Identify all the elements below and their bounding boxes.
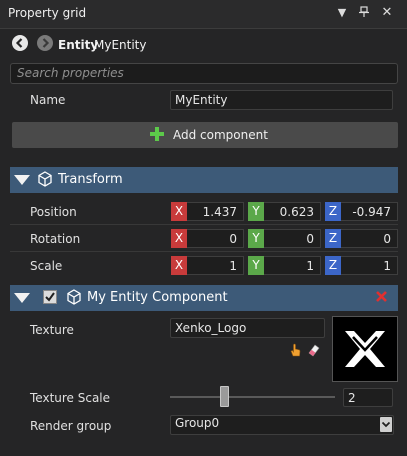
- entity-name-header: MyEntity: [94, 38, 147, 52]
- render-group-label: Render group: [30, 419, 112, 433]
- axis-y-badge: Y: [248, 256, 264, 275]
- texture-scale-slider-track[interactable]: [170, 396, 335, 398]
- axis-z-badge: Z: [325, 229, 341, 248]
- search-placeholder: Search properties: [17, 66, 124, 80]
- position-z-field[interactable]: -0.947: [341, 202, 398, 221]
- texture-scale-slider-thumb[interactable]: [219, 386, 229, 407]
- render-group-value: Group0: [175, 416, 220, 430]
- add-component-label: Add component: [173, 128, 268, 142]
- scale-label: Scale: [30, 259, 63, 273]
- position-y-field[interactable]: 0.623: [264, 202, 321, 221]
- scale-x-field[interactable]: 1: [187, 256, 244, 275]
- row-divider: [10, 251, 398, 252]
- forward-arrow-icon[interactable]: [37, 35, 53, 51]
- rotation-x-field[interactable]: 0: [187, 229, 244, 248]
- dropdown-icon[interactable]: ▼: [335, 6, 349, 20]
- hand-pointer-icon[interactable]: [288, 343, 302, 360]
- texture-scale-field[interactable]: 2: [343, 388, 393, 407]
- entity-keyword: Entity: [58, 38, 99, 52]
- axis-x-badge: X: [171, 202, 187, 221]
- add-plus-icon: [150, 127, 164, 144]
- axis-z-badge: Z: [325, 202, 341, 221]
- axis-x-badge: X: [171, 229, 187, 248]
- eraser-icon[interactable]: [307, 343, 321, 360]
- component-title: My Entity Component: [87, 290, 228, 305]
- enabled-checkbox[interactable]: [43, 290, 57, 304]
- axis-y-badge: Y: [248, 229, 264, 248]
- texture-scale-label: Texture Scale: [30, 391, 111, 405]
- axis-x-badge: X: [171, 256, 187, 275]
- texture-label: Texture: [30, 323, 74, 337]
- collapse-triangle-icon[interactable]: [14, 293, 30, 303]
- scale-z-field[interactable]: 1: [341, 256, 398, 275]
- panel-title: Property grid: [8, 6, 87, 20]
- texture-field[interactable]: Xenko_Logo: [170, 318, 325, 338]
- transform-title: Transform: [58, 172, 123, 187]
- pin-icon[interactable]: [357, 6, 371, 20]
- collapse-triangle-icon[interactable]: [14, 175, 30, 185]
- remove-component-icon[interactable]: [375, 290, 388, 306]
- rotation-y-field[interactable]: 0: [264, 229, 321, 248]
- name-field[interactable]: MyEntity: [170, 90, 393, 110]
- axis-y-badge: Y: [248, 202, 264, 221]
- position-x-field[interactable]: 1.437: [187, 202, 244, 221]
- close-icon[interactable]: ✕: [380, 6, 394, 20]
- scale-y-field[interactable]: 1: [264, 256, 321, 275]
- texture-preview[interactable]: [332, 316, 398, 382]
- cube-icon: [37, 171, 53, 190]
- chevron-down-icon[interactable]: [380, 417, 392, 432]
- position-label: Position: [30, 205, 77, 219]
- axis-z-badge: Z: [325, 256, 341, 275]
- rotation-label: Rotation: [30, 232, 81, 246]
- rotation-z-field[interactable]: 0: [341, 229, 398, 248]
- back-arrow-icon[interactable]: [12, 35, 28, 51]
- name-label: Name: [30, 93, 66, 107]
- texture-thumbnail-image: [345, 331, 385, 367]
- row-divider: [10, 224, 398, 225]
- cube-icon: [66, 289, 82, 308]
